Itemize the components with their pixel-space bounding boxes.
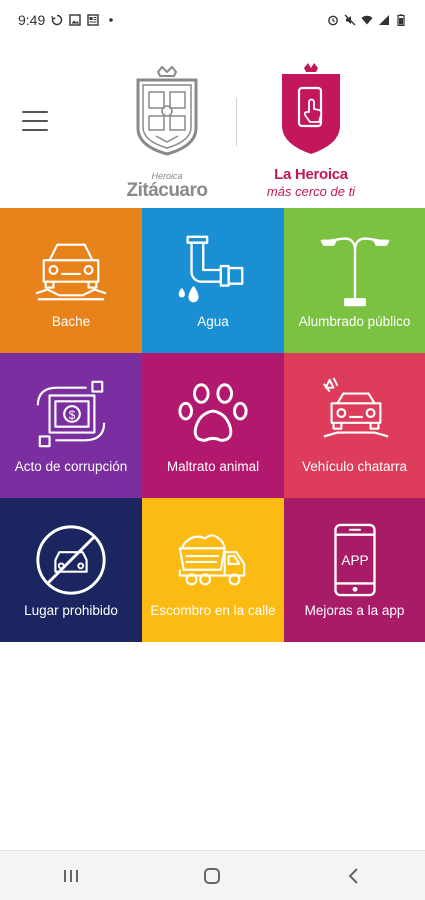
- city-shield-icon: [136, 65, 198, 156]
- system-nav-bar: [0, 850, 425, 900]
- tile-label: Escombro en la calle: [150, 603, 276, 618]
- signal-icon: [378, 14, 390, 26]
- menu-line: [22, 129, 48, 131]
- svg-text:$: $: [69, 409, 76, 422]
- tile-label: Alumbrado público: [298, 314, 411, 329]
- phone-app-icon-text: APP: [341, 553, 368, 568]
- back-icon: [348, 867, 358, 884]
- app-logo: La Heroica más cerco de ti: [256, 60, 366, 200]
- city-logo-name: Zitácuaro: [126, 180, 208, 201]
- tile-lugar-prohibido[interactable]: Lugar prohibido: [0, 498, 142, 642]
- tile-mejoras[interactable]: APP Mejoras a la app: [284, 498, 425, 642]
- logo-divider: [236, 98, 237, 146]
- tile-maltrato[interactable]: Maltrato animal: [142, 353, 284, 498]
- header: Heroica Zitácuaro La Heroica más cerco d…: [0, 40, 425, 208]
- streetlight-icon: [315, 230, 395, 310]
- dump-truck-icon: [173, 520, 253, 600]
- menu-button[interactable]: [22, 111, 48, 131]
- tile-corrupcion[interactable]: $ Acto de corrupción: [0, 353, 142, 498]
- status-left: 9:49: [18, 12, 117, 28]
- tile-bache[interactable]: Bache: [0, 208, 142, 353]
- image-icon: [69, 14, 81, 26]
- tile-label: Mejoras a la app: [304, 603, 405, 618]
- sync-icon: [51, 14, 63, 26]
- tile-escombro[interactable]: Escombro en la calle: [142, 498, 284, 642]
- category-grid: Bache Agua Alumbrado público $ Acto de c…: [0, 208, 425, 642]
- tile-chatarra[interactable]: Vehículo chatarra: [284, 353, 425, 498]
- status-right: [327, 14, 407, 26]
- tile-label: Bache: [51, 314, 91, 329]
- tile-label: Agua: [197, 314, 229, 329]
- phone-app-icon: APP: [315, 520, 395, 600]
- app-shield-icon: [282, 63, 340, 154]
- dot-icon: [105, 14, 117, 26]
- wifi-icon: [361, 14, 373, 26]
- recents-button[interactable]: [41, 856, 101, 896]
- recents-icon: [63, 869, 78, 882]
- menu-line: [22, 120, 48, 122]
- menu-line: [22, 111, 48, 113]
- back-button[interactable]: [324, 856, 384, 896]
- home-button[interactable]: [182, 856, 242, 896]
- tile-label: Vehículo chatarra: [301, 459, 408, 474]
- app-logo-title: La Heroica: [274, 166, 348, 183]
- alarm-icon: [327, 14, 339, 26]
- tile-alumbrado[interactable]: Alumbrado público: [284, 208, 425, 353]
- home-icon: [204, 867, 221, 884]
- no-parking-icon: [31, 520, 111, 600]
- mute-icon: [344, 14, 356, 26]
- tile-label: Lugar prohibido: [24, 603, 118, 618]
- bribe-icon: $: [31, 375, 111, 455]
- status-bar: 9:49: [0, 0, 425, 40]
- car-pothole-icon: [31, 230, 111, 310]
- pipe-icon: [173, 230, 253, 310]
- wrecked-car-icon: [315, 375, 395, 455]
- app-logo-tagline: más cerco de ti: [266, 184, 356, 199]
- news-icon: [87, 14, 99, 26]
- battery-icon: [395, 14, 407, 26]
- tile-agua[interactable]: Agua: [142, 208, 284, 353]
- paw-icon: [173, 375, 253, 455]
- tile-label: Acto de corrupción: [14, 459, 128, 474]
- status-time: 9:49: [18, 12, 46, 28]
- tile-label: Maltrato animal: [166, 459, 260, 474]
- city-logo: Heroica Zitácuaro: [112, 64, 222, 201]
